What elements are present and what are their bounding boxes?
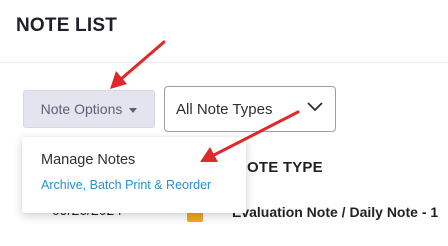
caret-down-icon bbox=[129, 107, 138, 113]
table-row-note-type[interactable]: Evaluation Note / Daily Note - 1 bbox=[232, 204, 438, 220]
header-divider bbox=[0, 62, 448, 63]
note-options-button[interactable]: Note Options bbox=[23, 90, 155, 128]
note-options-dropdown: Manage Notes Archive, Batch Print & Reor… bbox=[22, 137, 246, 213]
menu-item-manage-notes-subtitle[interactable]: Archive, Batch Print & Reorder bbox=[41, 178, 211, 192]
chevron-down-icon bbox=[307, 102, 323, 112]
note-type-select-value: All Note Types bbox=[176, 100, 273, 118]
annotation-arrow-to-options bbox=[110, 40, 166, 89]
column-header-note-type[interactable]: NOTE TYPE bbox=[236, 159, 323, 176]
page-title: NOTE LIST bbox=[16, 15, 118, 36]
menu-item-manage-notes[interactable]: Manage Notes bbox=[41, 152, 135, 168]
note-options-label: Note Options bbox=[40, 101, 123, 117]
note-type-select[interactable]: All Note Types bbox=[164, 86, 336, 132]
